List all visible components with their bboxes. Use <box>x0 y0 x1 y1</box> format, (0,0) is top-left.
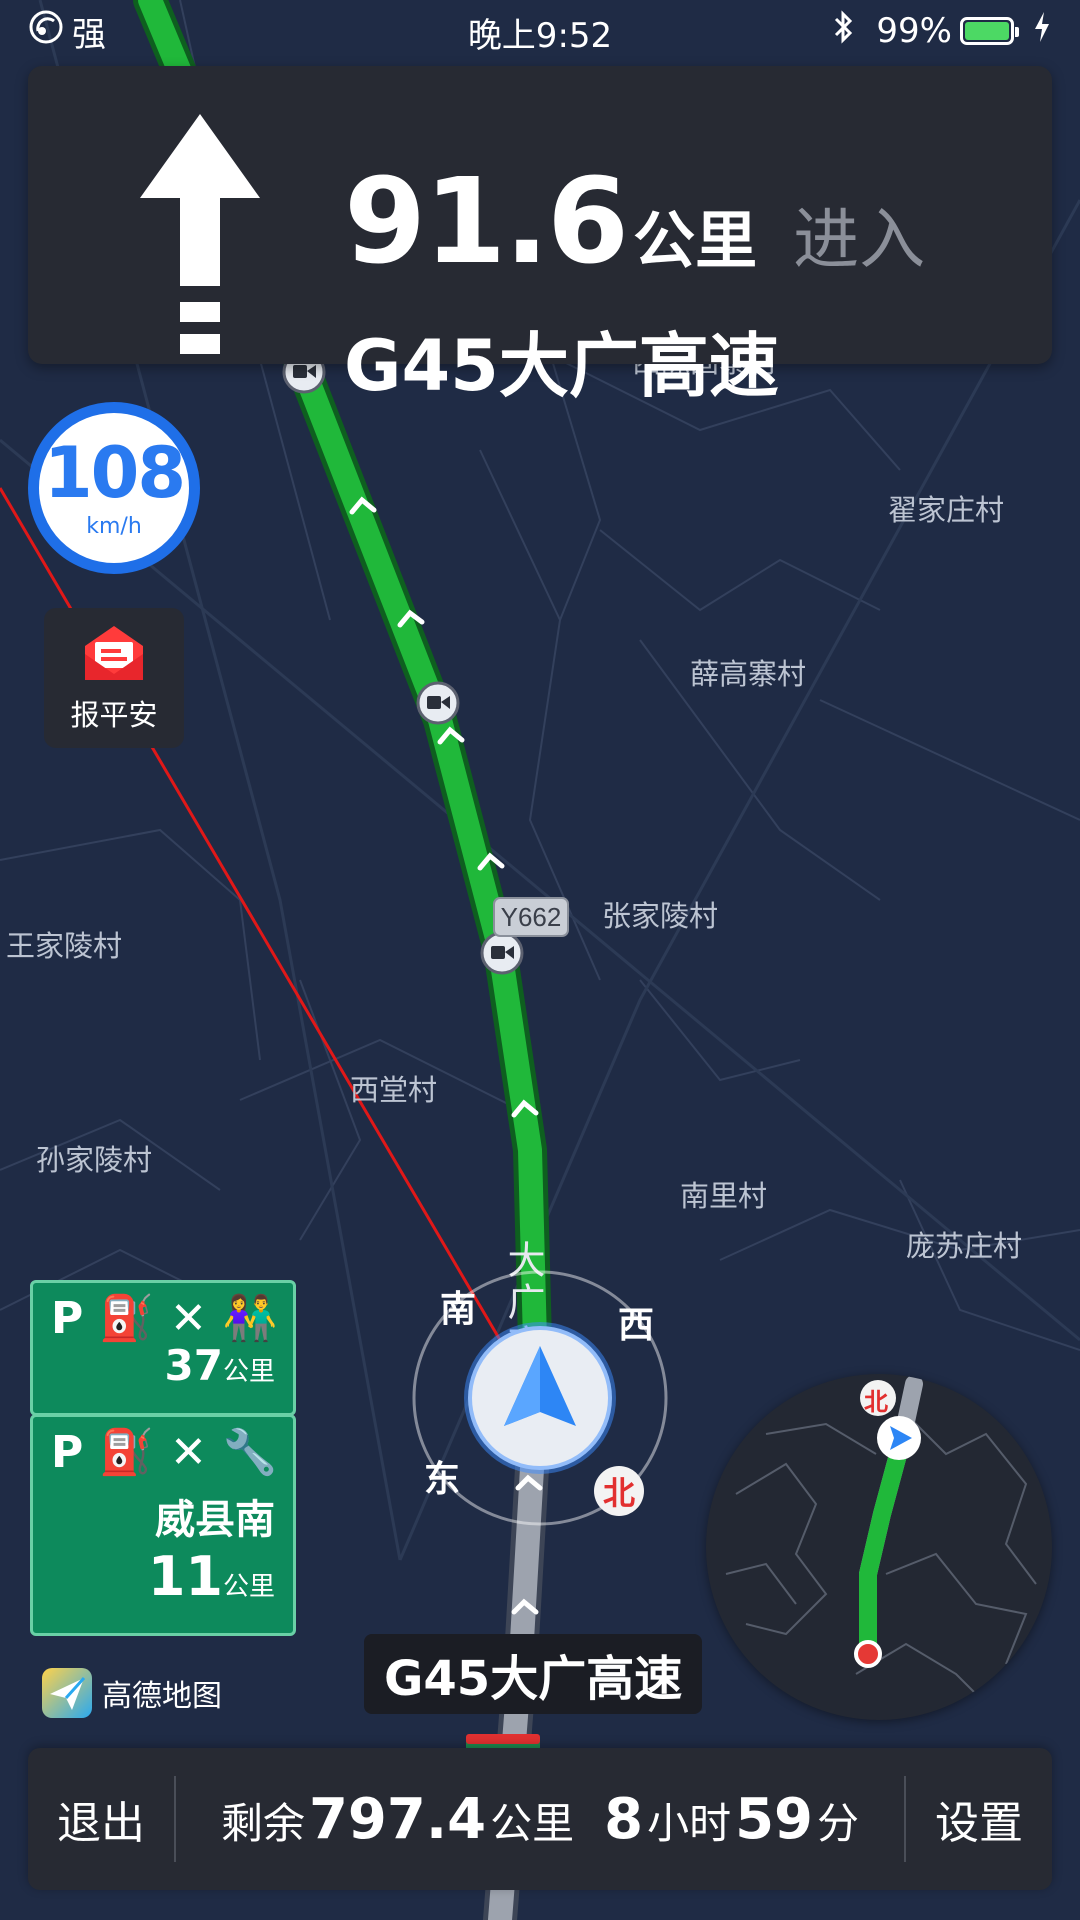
settings-button[interactable]: 设置 <box>906 1787 1052 1851</box>
remaining-prefix: 剩余 <box>220 1798 305 1848</box>
distance-value: 91.6 <box>344 152 629 290</box>
battery-percent: 99% <box>876 11 952 51</box>
compass-south: 南 <box>440 1289 477 1330</box>
remaining-distance: 797.4 <box>308 1786 487 1852</box>
service-distance-value: 11 <box>147 1545 223 1608</box>
service-icons: P ⛽ ✕ 🔧 <box>33 1417 293 1475</box>
hours-unit: 小时 <box>647 1798 732 1848</box>
battery-fill <box>965 22 1009 40</box>
speed-limit-unit: km/h <box>86 513 142 539</box>
map-label-4: 张家陵村 <box>602 900 718 933</box>
destination-marker <box>854 1640 882 1668</box>
compass-west: 西 <box>618 1305 655 1346</box>
status-left: 强 <box>28 7 106 56</box>
guidance-distance: 91.6 公里 进入 <box>344 162 925 282</box>
service-distance-value: 37 <box>164 1341 223 1390</box>
overview-minimap[interactable]: 北 <box>706 1374 1052 1720</box>
exit-button[interactable]: 退出 <box>28 1787 174 1851</box>
compass-east: 东 <box>424 1459 461 1500</box>
repair-icon: 🔧 <box>222 1427 278 1478</box>
compass-north: 北 <box>594 1466 644 1516</box>
trip-summary[interactable]: 剩余 797.4 公里 8 小时 59 分 <box>176 1787 904 1852</box>
current-road-label: G45大广高速 <box>364 1634 703 1714</box>
straight-arrow-icon <box>140 114 260 354</box>
report-safe-label: 报平安 <box>70 698 158 732</box>
status-right: 99% <box>830 9 1052 54</box>
speed-limit-value: 108 <box>43 431 186 514</box>
service-icons: P ⛽ ✕ 👫 <box>33 1283 293 1341</box>
wifi-signal-icon <box>28 9 64 54</box>
brand-logo-area: 高德地图 <box>42 1668 222 1718</box>
service-distance-unit: 公里 <box>222 1357 275 1387</box>
parking-icon: P <box>51 1293 84 1344</box>
parking-icon: P <box>51 1427 84 1478</box>
envelope-icon <box>85 626 143 680</box>
service-area-sign-1[interactable]: P ⛽ ✕ 👫 37公里 <box>30 1280 296 1416</box>
minimap-canvas <box>725 1375 1037 1705</box>
remaining-minutes: 59 <box>735 1786 814 1852</box>
status-bar: 强 晚上9:52 99% <box>0 0 1080 62</box>
service-distance-unit: 公里 <box>222 1572 275 1602</box>
map-label-6: 西堂村 <box>350 1074 437 1107</box>
signal-label: 强 <box>72 14 106 55</box>
map-label-3: 薛高寨村 <box>690 658 806 691</box>
service-distance: 11公里 <box>33 1545 293 1608</box>
service-distance: 37公里 <box>33 1341 293 1390</box>
remaining-hours: 8 <box>604 1786 644 1852</box>
map-label-5: 王家陵村 <box>6 930 122 963</box>
road-shield-y662: Y662 <box>501 902 562 932</box>
map-label-9: 庞苏庄村 <box>906 1230 1022 1263</box>
map-label-7: 孙家陵村 <box>36 1144 152 1177</box>
map-label-8: 南里村 <box>680 1180 767 1213</box>
bottom-bar: 退出 剩余 797.4 公里 8 小时 59 分 设置 <box>28 1748 1052 1890</box>
bluetooth-icon <box>830 9 858 54</box>
amap-logo-icon <box>42 1668 92 1718</box>
restaurant-icon: ✕ <box>170 1427 207 1478</box>
battery-icon <box>960 17 1019 45</box>
charging-bolt-icon <box>1032 10 1052 53</box>
remaining-distance-unit: 公里 <box>490 1798 575 1848</box>
minutes-unit: 分 <box>817 1798 860 1848</box>
brand-name: 高德地图 <box>102 1679 222 1714</box>
distance-unit: 公里 <box>633 204 758 277</box>
fuel-icon: ⛽ <box>99 1427 155 1478</box>
fuel-icon: ⛽ <box>99 1293 155 1344</box>
service-area-name: 威县南 <box>155 1497 275 1543</box>
report-safe-button[interactable]: 报平安 <box>44 608 184 748</box>
guidance-panel[interactable]: 91.6 公里 进入 G45大广高速 <box>28 66 1052 407</box>
service-area-sign-2[interactable]: P ⛽ ✕ 🔧 威县南 11公里 <box>30 1414 296 1636</box>
vehicle-compass[interactable]: 南 西 东 北 <box>408 1266 672 1530</box>
restaurant-icon: ✕ <box>170 1293 207 1344</box>
next-road-name: G45大广高速 <box>344 325 779 407</box>
minimap-north: 北 <box>864 1388 888 1416</box>
maneuver-action: 进入 <box>793 201 926 278</box>
map-label-2: 翟家庄村 <box>888 494 1004 527</box>
toilet-icon: 👫 <box>222 1293 278 1344</box>
speed-limit-sign: 108 km/h <box>28 402 200 574</box>
